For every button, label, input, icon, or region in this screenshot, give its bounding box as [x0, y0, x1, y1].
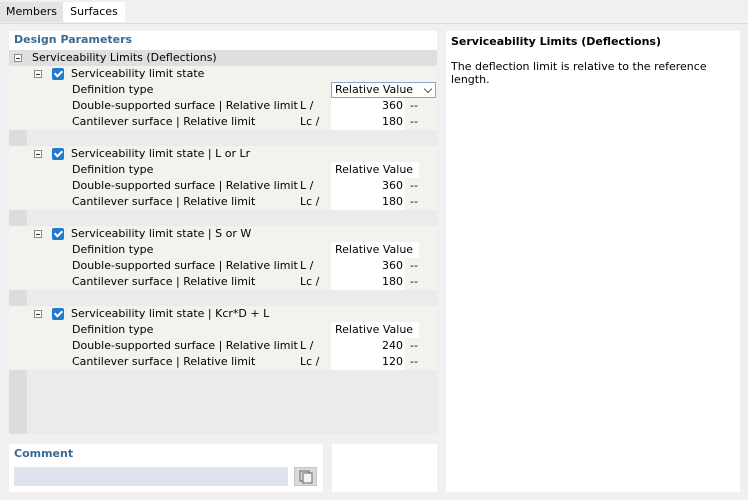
cantilever-symbol: Lc / — [300, 115, 320, 128]
double-supported-symbol: L / — [300, 259, 314, 272]
comment-input[interactable] — [14, 467, 288, 486]
cantilever-unit: -- — [410, 275, 418, 288]
cantilever-unit: -- — [410, 115, 418, 128]
cantilever-symbol: Lc / — [300, 275, 320, 288]
definition-type-row: Definition type Relative Value — [9, 322, 437, 338]
double-supported-value[interactable]: 240 — [331, 338, 405, 354]
double-supported-symbol: L / — [300, 179, 314, 192]
group-row-2[interactable]: Serviceability limit state | S or W — [9, 226, 437, 242]
group-row-3[interactable]: Serviceability limit state | Kcr*D + L — [9, 306, 437, 322]
cantilever-label: Cantilever surface | Relative limit — [72, 195, 256, 208]
parameter-tree: Serviceability Limits (Deflections) Serv… — [9, 50, 437, 434]
info-panel: Serviceability Limits (Deflections) The … — [446, 31, 740, 492]
definition-type-dropdown[interactable]: Relative Value — [331, 82, 436, 98]
cantilever-value[interactable]: 120 — [331, 354, 405, 370]
cantilever-label: Cantilever surface | Relative limit — [72, 275, 256, 288]
comment-title: Comment — [14, 447, 74, 460]
collapse-icon[interactable] — [34, 150, 42, 158]
definition-type-label: Definition type — [72, 243, 154, 256]
double-supported-row: Double-supported surface | Relative limi… — [9, 338, 437, 354]
group-label: Serviceability limit state — [71, 67, 205, 80]
double-supported-unit: -- — [410, 339, 418, 352]
cantilever-row: Cantilever surface | Relative limit Lc /… — [9, 194, 437, 210]
double-supported-row: Double-supported surface | Relative limi… — [9, 258, 437, 274]
cantilever-label: Cantilever surface | Relative limit — [72, 115, 256, 128]
checkbox-checked-icon[interactable] — [52, 228, 64, 240]
root-label: Serviceability Limits (Deflections) — [32, 51, 217, 64]
definition-type-label: Definition type — [72, 323, 154, 336]
group-label: Serviceability limit state | L or Lr — [71, 147, 251, 160]
copy-comment-button[interactable] — [294, 467, 317, 486]
checkbox-checked-icon[interactable] — [52, 308, 64, 320]
cantilever-symbol: Lc / — [300, 355, 320, 368]
cantilever-unit: -- — [410, 195, 418, 208]
tree-root-row[interactable]: Serviceability Limits (Deflections) — [9, 50, 437, 66]
definition-type-row: Definition type Relative Value — [9, 242, 437, 258]
double-supported-label: Double-supported surface | Relative limi… — [72, 179, 298, 192]
cantilever-row: Cantilever surface | Relative limit Lc /… — [9, 114, 437, 130]
cantilever-row: Cantilever surface | Relative limit Lc /… — [9, 274, 437, 290]
cantilever-unit: -- — [410, 355, 418, 368]
cantilever-value[interactable]: 180 — [331, 194, 405, 210]
checkbox-checked-icon[interactable] — [52, 68, 64, 80]
collapse-icon[interactable] — [34, 70, 42, 78]
comment-panel: Comment — [9, 444, 323, 492]
definition-type-label: Definition type — [72, 83, 154, 96]
cantilever-value[interactable]: 180 — [331, 274, 405, 290]
double-supported-row: Double-supported surface | Relative limi… — [9, 98, 437, 114]
definition-type-row: Definition type Relative Value — [9, 82, 437, 98]
double-supported-unit: -- — [410, 99, 418, 112]
tab-members[interactable]: Members — [0, 2, 63, 22]
double-supported-unit: -- — [410, 259, 418, 272]
cantilever-symbol: Lc / — [300, 195, 320, 208]
group-row-0[interactable]: Serviceability limit state — [9, 66, 437, 82]
cantilever-row: Cantilever surface | Relative limit Lc /… — [9, 354, 437, 370]
double-supported-value[interactable]: 360 — [331, 258, 405, 274]
collapse-icon[interactable] — [14, 54, 22, 62]
info-description: The deflection limit is relative to the … — [451, 60, 707, 86]
definition-type-label: Definition type — [72, 163, 154, 176]
info-title: Serviceability Limits (Deflections) — [451, 35, 661, 48]
chevron-down-icon — [423, 84, 433, 94]
double-supported-unit: -- — [410, 179, 418, 192]
definition-type-value: Relative Value — [335, 83, 414, 96]
definition-type-value[interactable]: Relative Value — [331, 162, 419, 178]
double-supported-label: Double-supported surface | Relative limi… — [72, 99, 298, 112]
double-supported-label: Double-supported surface | Relative limi… — [72, 339, 298, 352]
design-parameters-panel: Design Parameters Serviceability Limits … — [9, 31, 437, 434]
group-label: Serviceability limit state | S or W — [71, 227, 252, 240]
double-supported-symbol: L / — [300, 99, 314, 112]
double-supported-row: Double-supported surface | Relative limi… — [9, 178, 437, 194]
collapse-icon[interactable] — [34, 310, 42, 318]
definition-type-value[interactable]: Relative Value — [331, 322, 419, 338]
copy-icon — [299, 470, 313, 484]
design-parameters-title: Design Parameters — [14, 33, 133, 46]
double-supported-symbol: L / — [300, 339, 314, 352]
definition-type-row: Definition type Relative Value — [9, 162, 437, 178]
tab-surfaces[interactable]: Surfaces — [63, 2, 125, 22]
tab-bar: Members Surfaces — [0, 0, 748, 24]
group-label: Serviceability limit state | Kcr*D + L — [71, 307, 270, 320]
blank-panel — [332, 444, 437, 492]
cantilever-value[interactable]: 180 — [331, 114, 405, 130]
double-supported-value[interactable]: 360 — [331, 178, 405, 194]
collapse-icon[interactable] — [34, 230, 42, 238]
double-supported-value[interactable]: 360 — [331, 98, 405, 114]
double-supported-label: Double-supported surface | Relative limi… — [72, 259, 298, 272]
cantilever-label: Cantilever surface | Relative limit — [72, 355, 256, 368]
definition-type-value[interactable]: Relative Value — [331, 242, 419, 258]
checkbox-checked-icon[interactable] — [52, 148, 64, 160]
group-row-1[interactable]: Serviceability limit state | L or Lr — [9, 146, 437, 162]
